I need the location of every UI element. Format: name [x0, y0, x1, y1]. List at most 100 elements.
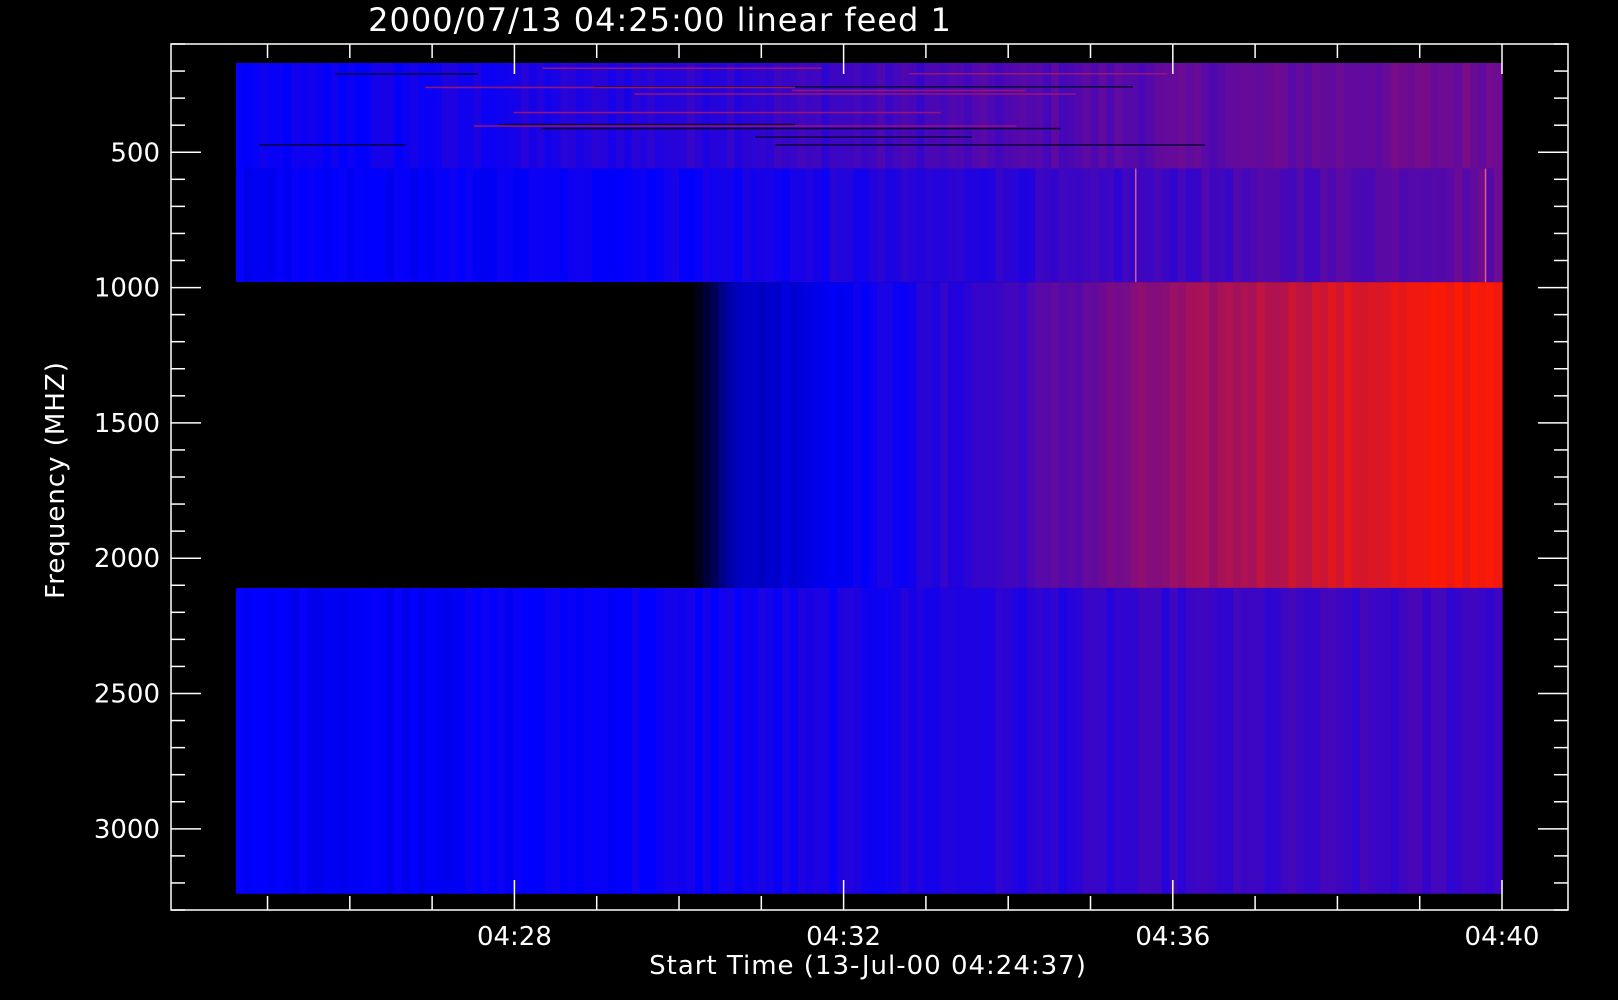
heatmap-cell	[829, 168, 838, 283]
heatmap-cell	[497, 282, 506, 588]
heatmap-cell	[1082, 62, 1092, 169]
heatmap-cell	[465, 168, 474, 283]
heatmap-cell	[813, 282, 823, 588]
heatmap-cell	[1304, 62, 1313, 169]
heatmap-cell	[417, 587, 427, 894]
heatmap-cell	[742, 62, 751, 169]
heatmap-cell	[1201, 282, 1210, 588]
heatmap-cell	[505, 62, 514, 169]
heatmap-cell	[623, 168, 633, 283]
heatmap-band-4	[236, 587, 1503, 894]
heatmap-cell	[663, 587, 672, 894]
rfi-streak	[634, 93, 1076, 95]
heatmap-cell	[584, 282, 593, 588]
heatmap-cell	[1240, 587, 1250, 894]
heatmap-cell	[718, 168, 728, 283]
heatmap-cell	[536, 587, 546, 894]
heatmap-cell	[1288, 587, 1297, 894]
heatmap-cell	[283, 62, 292, 169]
heatmap-cell	[1494, 168, 1503, 283]
heatmap-cell	[979, 62, 989, 169]
heatmap-cell	[307, 62, 316, 169]
heatmap-cell	[417, 168, 427, 283]
heatmap-cell	[781, 62, 791, 169]
heatmap-cell	[1019, 282, 1028, 588]
heatmap-cell	[1177, 587, 1187, 894]
heatmap-cell	[615, 168, 625, 283]
heatmap-cell	[1043, 62, 1052, 169]
heatmap-cell	[338, 62, 348, 169]
heatmap-cell	[853, 282, 862, 588]
heatmap-cell	[837, 168, 846, 283]
chart-title: 2000/07/13 04:25:00 linear feed 1	[368, 1, 952, 39]
heatmap-cell	[1438, 62, 1448, 169]
heatmap-cell	[1327, 587, 1337, 894]
y-tick-label: 3000	[94, 815, 160, 845]
heatmap-cell	[386, 282, 395, 588]
heatmap-cell	[291, 168, 300, 283]
heatmap-cell	[971, 62, 981, 169]
heatmap-cell	[1232, 587, 1242, 894]
heatmap-cell	[766, 62, 775, 169]
heatmap-cell	[1201, 587, 1210, 894]
heatmap-cell	[1280, 168, 1289, 283]
x-tick-label: 04:40	[1465, 922, 1540, 952]
heatmap-cell	[1304, 587, 1313, 894]
heatmap-cell	[417, 62, 427, 169]
spectrogram-chart: 2000/07/13 04:25:00 linear feed 1 500 100…	[0, 0, 1618, 1000]
heatmap-cell	[1122, 587, 1131, 894]
heatmap-cell	[797, 168, 807, 283]
heatmap-cell	[1375, 587, 1384, 894]
heatmap-cell	[1272, 62, 1282, 169]
heatmap-cell	[1407, 587, 1416, 894]
heatmap-cell	[1383, 587, 1392, 894]
heatmap-cell	[1494, 62, 1503, 169]
heatmap-cell	[663, 168, 672, 283]
heatmap-cell	[821, 168, 831, 283]
rfi-streak	[498, 123, 796, 126]
heatmap-cell	[362, 587, 372, 894]
heatmap-cell	[1327, 62, 1337, 169]
heatmap-cell	[394, 62, 403, 169]
heatmap-cell	[837, 282, 846, 588]
rfi-streak	[542, 67, 822, 69]
heatmap-cell	[1430, 168, 1440, 283]
heatmap-cell	[884, 282, 894, 588]
heatmap-cell	[394, 168, 403, 283]
heatmap-cell	[267, 282, 277, 588]
heatmap-cell	[592, 587, 601, 894]
heatmap-cell	[861, 587, 870, 894]
heatmap-cell	[694, 282, 704, 588]
heatmap-cell	[1391, 282, 1400, 588]
heatmap-cell	[275, 62, 285, 169]
heatmap-cell	[323, 168, 332, 283]
heatmap-cell	[1114, 282, 1123, 588]
heatmap-cell	[362, 62, 372, 169]
heatmap-cell	[758, 587, 767, 894]
heatmap-cell	[829, 62, 838, 169]
heatmap-cell	[876, 587, 886, 894]
heatmap-cell	[1272, 587, 1282, 894]
heatmap-cell	[1193, 62, 1202, 169]
heatmap-cell	[734, 62, 743, 169]
heatmap-cell	[1153, 587, 1163, 894]
heatmap-cell	[821, 282, 831, 588]
heatmap-cell	[1414, 282, 1424, 588]
heatmap-cell	[481, 587, 490, 894]
heatmap-cell	[536, 282, 546, 588]
heatmap-cell	[1043, 168, 1052, 283]
heatmap-cell	[1359, 62, 1369, 169]
heatmap-cell	[789, 587, 799, 894]
rfi-streak	[909, 73, 1168, 75]
heatmap-cell	[726, 62, 736, 169]
heatmap-cell	[766, 168, 775, 283]
heatmap-cell	[948, 168, 957, 283]
heatmap-cell	[1367, 168, 1376, 283]
heatmap-cell	[1011, 587, 1020, 894]
heatmap-cell	[378, 587, 387, 894]
heatmap-cell	[845, 168, 854, 283]
heatmap-cell	[916, 168, 925, 283]
heatmap-cell	[1375, 62, 1384, 169]
heatmap-cell	[236, 587, 245, 894]
heatmap-cell	[1003, 62, 1013, 169]
